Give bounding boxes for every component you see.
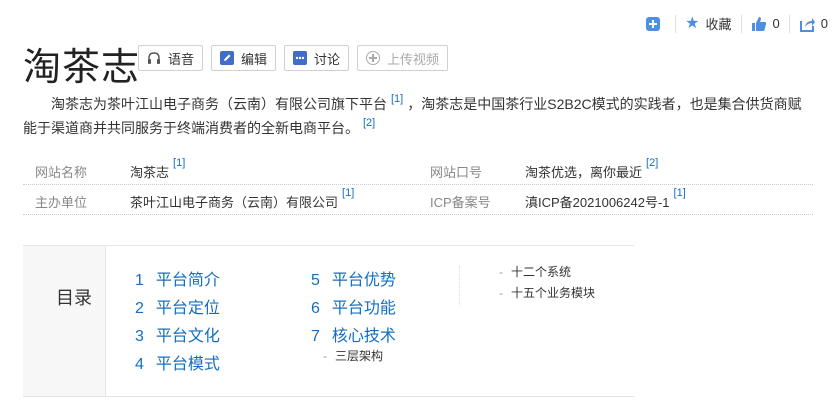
toc-heading-panel: 目录 (23, 246, 106, 396)
toc-subitem[interactable]: - 三层架构 (323, 347, 383, 364)
voice-label: 语音 (168, 51, 195, 67)
toc-item-number: 5 (311, 272, 320, 289)
info-label: 网站名称 (35, 165, 88, 180)
toc-item-number: 4 (135, 356, 144, 373)
info-label: ICP备案号 (430, 195, 491, 210)
upload-video-button[interactable]: 上传视频 (357, 45, 449, 71)
toc-item[interactable]: 1 平台简介 (135, 266, 220, 290)
edit-button[interactable]: 编辑 (211, 45, 277, 71)
toc-item-number: 6 (311, 300, 320, 317)
basic-info-table: 网站名称 淘茶志[1] 网站口号 淘茶优选，离你最近[2] 主办单位 茶叶江山电… (23, 155, 813, 215)
page-title: 淘茶志 (23, 45, 141, 89)
toc-item-label: 平台文化 (155, 328, 220, 345)
table-of-contents: 目录 1 平台简介 2 平台定位 3 平台文化 4 平台模式 5 平台优势 6 平台功能 7… (23, 245, 634, 397)
discuss-button[interactable]: 讨论 (284, 45, 350, 71)
dash-bullet: - (499, 265, 503, 279)
toc-item[interactable]: 7 核心技术 (311, 322, 396, 346)
info-row: 主办单位 茶叶江山电子商务（云南）有限公司[1] ICP备案号 滇ICP备202… (23, 185, 813, 215)
reference-link[interactable]: [2] (646, 157, 658, 169)
add-icon[interactable] (646, 16, 661, 31)
toc-item[interactable]: 6 平台功能 (311, 294, 396, 318)
reference-link[interactable]: [1] (674, 187, 686, 199)
info-label: 主办单位 (35, 195, 88, 210)
info-label: 网站口号 (430, 165, 483, 180)
toc-heading: 目录 (56, 288, 92, 308)
pencil-icon (220, 51, 235, 65)
toc-subitem-label: 三层架构 (335, 349, 384, 363)
plus-circle-icon (366, 51, 381, 65)
toc-subitem-label: 十二个系统 (511, 265, 572, 279)
toc-subitem[interactable]: - 十五个业务模块 (499, 284, 595, 301)
column-divider (459, 266, 460, 306)
toc-item-number: 3 (135, 328, 144, 345)
toc-item-label: 平台定位 (155, 300, 220, 317)
toc-item-label: 平台优势 (331, 272, 396, 289)
divider (675, 14, 677, 33)
divider (740, 14, 742, 33)
info-row: 网站名称 淘茶志[1] 网站口号 淘茶优选，离你最近[2] (23, 155, 813, 185)
toc-item[interactable]: 5 平台优势 (311, 266, 396, 290)
toc-item-label: 平台简介 (155, 272, 220, 289)
headphones-icon (148, 52, 160, 64)
info-value: 茶叶江山电子商务（云南）有限公司[1] (130, 187, 358, 211)
toc-item[interactable]: 4 平台模式 (135, 350, 220, 374)
dash-bullet: - (323, 349, 327, 363)
info-value-text: 滇ICP备2021006242号-1 (525, 195, 670, 210)
info-value-text: 淘茶优选，离你最近 (525, 165, 643, 180)
like-count: 0 (772, 16, 780, 31)
divider (788, 14, 790, 33)
thumbs-up-icon[interactable] (751, 16, 767, 32)
toc-item-number: 7 (311, 328, 320, 345)
toc-item[interactable]: 3 平台文化 (135, 322, 220, 346)
share-icon[interactable] (799, 16, 815, 32)
toc-item-label: 平台功能 (331, 300, 396, 317)
summary-paragraph: 淘茶志为茶叶江山电子商务（云南）有限公司旗下平台 [1] ，淘茶志是中国茶行业S2B… (23, 92, 815, 140)
action-bar: ★ 收藏 0 0 (646, 14, 828, 33)
toc-subitem[interactable]: - 十二个系统 (499, 263, 571, 280)
reference-link[interactable]: [2] (363, 117, 375, 129)
toc-item-number: 1 (135, 272, 144, 289)
share-count: 0 (820, 16, 828, 31)
info-value: 淘茶优选，离你最近[2] (525, 157, 662, 181)
dash-bullet: - (499, 286, 503, 300)
upload-video-label: 上传视频 (387, 51, 440, 67)
reference-link[interactable]: [1] (173, 157, 185, 169)
toc-item-number: 2 (135, 300, 144, 317)
info-value: 滇ICP备2021006242号-1 [1] (525, 187, 690, 211)
toc-item[interactable]: 2 平台定位 (135, 294, 220, 318)
comment-icon (293, 51, 308, 65)
reference-link[interactable]: [1] (342, 187, 354, 199)
toc-item-label: 核心技术 (331, 328, 396, 345)
discuss-label: 讨论 (314, 51, 341, 67)
title-toolbar: 语音 编辑 讨论 上传视频 (138, 45, 456, 71)
info-value-text: 茶叶江山电子商务（云南）有限公司 (130, 195, 339, 210)
info-value-text: 淘茶志 (130, 165, 170, 180)
toc-subitem-label: 十五个业务模块 (511, 286, 596, 300)
info-value: 淘茶志[1] (130, 157, 189, 181)
toc-item-label: 平台模式 (155, 356, 220, 373)
star-icon[interactable]: ★ (685, 15, 699, 31)
favorite-label[interactable]: 收藏 (706, 14, 732, 33)
edit-label: 编辑 (241, 51, 268, 67)
summary-text-1: 淘茶志为茶叶江山电子商务（云南）有限公司旗下平台 (51, 96, 387, 112)
voice-button[interactable]: 语音 (138, 45, 204, 71)
reference-link[interactable]: [1] (391, 93, 403, 105)
